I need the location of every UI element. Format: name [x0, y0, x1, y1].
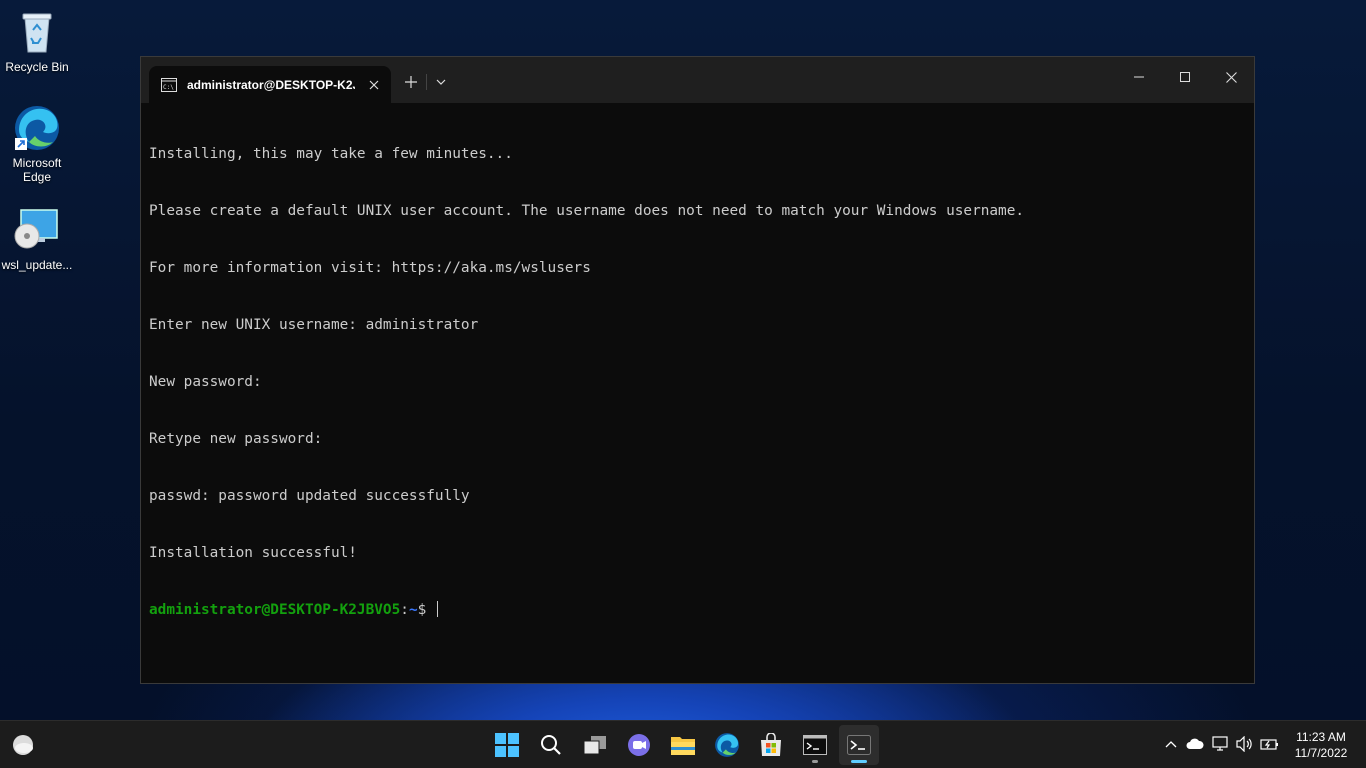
terminal-window: C:\ administrator@DESKTOP-K2JBVO5: ~ Ins…	[140, 56, 1255, 684]
terminal-line: New password:	[149, 374, 262, 390]
close-icon	[1225, 71, 1237, 83]
terminal-line: Enter new UNIX username: administrator	[149, 317, 479, 333]
terminal-taskbar-button[interactable]	[839, 725, 879, 765]
plus-icon	[405, 76, 417, 88]
network-tray-icon[interactable]	[1210, 733, 1232, 755]
chat-button[interactable]	[619, 725, 659, 765]
tab-dropdown-button[interactable]	[427, 71, 455, 93]
volume-tray-icon[interactable]	[1234, 733, 1256, 755]
teams-chat-icon	[628, 734, 650, 756]
prompt-separator: :	[400, 602, 409, 618]
start-button[interactable]	[487, 725, 527, 765]
windows-terminal-icon	[847, 735, 871, 755]
search-icon	[541, 735, 561, 755]
close-window-button[interactable]	[1208, 57, 1254, 97]
minimize-button[interactable]	[1116, 57, 1162, 97]
chevron-up-icon	[1165, 741, 1177, 748]
weather-widget-button[interactable]	[3, 725, 43, 765]
onedrive-tray-icon[interactable]	[1184, 733, 1206, 755]
tab-title: administrator@DESKTOP-K2JBVO5: ~	[187, 77, 355, 92]
desktop-icon-microsoft-edge[interactable]: Microsoft Edge	[0, 104, 74, 184]
store-bag-icon	[761, 733, 781, 756]
microsoft-store-button[interactable]	[751, 725, 791, 765]
weather-cloud-icon	[13, 735, 33, 755]
title-bar[interactable]: C:\ administrator@DESKTOP-K2JBVO5: ~	[141, 57, 1254, 103]
folder-icon	[671, 737, 695, 755]
search-button[interactable]	[531, 725, 571, 765]
desktop-icon-label: wsl_update...	[1, 258, 73, 272]
prompt-symbol: $	[417, 602, 435, 618]
svg-text:C:\: C:\	[163, 84, 174, 91]
terminal-line: Retype new password:	[149, 431, 323, 447]
task-view-icon	[583, 736, 606, 755]
new-tab-button[interactable]	[397, 71, 425, 93]
command-prompt-icon	[803, 735, 827, 755]
terminal-line: Installation successful!	[149, 545, 357, 561]
prompt-user-host: administrator@DESKTOP-K2JBVO5	[149, 602, 401, 618]
file-explorer-button[interactable]	[663, 725, 703, 765]
desktop-icon-label: Microsoft Edge	[12, 156, 62, 184]
terminal-line: Installing, this may take a few minutes.…	[149, 146, 513, 162]
prompt-line[interactable]: administrator@DESKTOP-K2JBVO5:~$	[149, 601, 1246, 620]
edge-taskbar-button[interactable]	[707, 725, 747, 765]
clock-date: 11/7/2022	[1294, 746, 1348, 760]
edge-icon	[715, 733, 739, 757]
show-hidden-icons-button[interactable]	[1160, 733, 1182, 755]
windows-logo-icon	[495, 733, 519, 757]
maximize-button[interactable]	[1162, 57, 1208, 97]
speaker-icon	[1236, 736, 1252, 752]
terminal-line: For more information visit: https://aka.…	[149, 260, 591, 276]
taskbar-clock[interactable]: 11:23 AM 11/7/2022	[1286, 729, 1356, 761]
running-indicator	[812, 760, 818, 763]
maximize-icon	[1180, 72, 1190, 82]
chevron-down-icon	[436, 79, 446, 85]
clock-time: 11:23 AM	[1296, 730, 1346, 744]
text-cursor	[436, 601, 438, 617]
desktop-icon-label: Recycle Bin	[5, 60, 69, 74]
prompt-path: ~	[408, 602, 418, 618]
terminal-line: passwd: password updated successfully	[149, 488, 470, 504]
active-indicator	[851, 760, 867, 763]
taskbar: 11:23 AM 11/7/2022	[0, 720, 1366, 768]
battery-charging-icon	[1260, 739, 1278, 750]
minimize-icon	[1134, 76, 1144, 78]
command-prompt-icon: C:\	[161, 77, 177, 92]
terminal-output[interactable]: Installing, this may take a few minutes.…	[149, 107, 1246, 675]
tab-terminal[interactable]: C:\ administrator@DESKTOP-K2JBVO5: ~	[149, 66, 391, 103]
task-view-button[interactable]	[575, 725, 615, 765]
battery-tray-icon[interactable]	[1259, 733, 1281, 755]
recycle-bin-icon	[22, 13, 52, 53]
network-monitor-icon	[1212, 736, 1228, 751]
close-tab-icon[interactable]	[367, 78, 381, 92]
cloud-icon	[1186, 738, 1204, 749]
desktop-icon-recycle-bin[interactable]: Recycle Bin	[0, 8, 74, 74]
desktop-icon-wsl-update[interactable]: wsl_update...	[0, 206, 74, 272]
installer-package-icon	[14, 209, 58, 249]
command-prompt-taskbar-button[interactable]	[795, 725, 835, 765]
edge-icon	[15, 106, 59, 150]
terminal-line: Please create a default UNIX user accoun…	[149, 203, 1025, 219]
